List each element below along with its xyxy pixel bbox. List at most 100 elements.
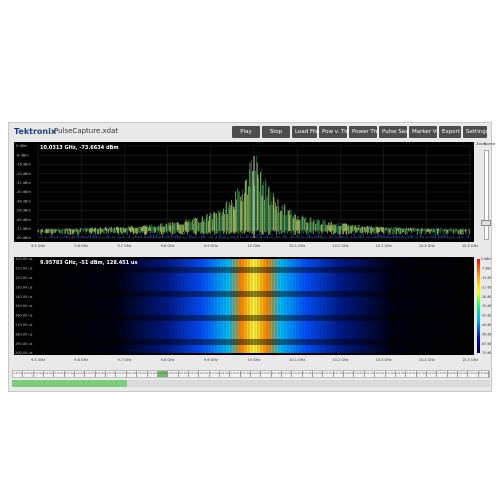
timeline-segment[interactable]: 1.0 ms <box>261 371 272 377</box>
timeline-segment[interactable]: 1.0 ms <box>406 371 417 377</box>
x-tick-label: 9.8 GHz <box>160 358 175 362</box>
waterfall-y-tick-label: 150.00 us <box>15 304 33 308</box>
stop-button[interactable]: Stop <box>262 126 290 138</box>
spectrum-y-tick-label: -80 dBm <box>16 236 31 240</box>
file-name-label: PulseCapture.xdat <box>54 127 119 135</box>
x-tick-label: 9.6 GHz <box>74 358 89 362</box>
x-tick-label: 9.7 GHz <box>117 244 132 248</box>
timeline-segment[interactable]: 1.0 ms <box>241 371 251 377</box>
settings-button[interactable]: Settings <box>463 126 489 138</box>
speed-slider-thumb[interactable] <box>481 220 491 226</box>
waterfall-y-tick-label: 180.00 us <box>15 332 33 336</box>
timeline-segment[interactable]: 1.0 ms <box>344 371 355 377</box>
timeline-segment[interactable]: 1.0 ms <box>199 371 210 377</box>
timeline-segment[interactable]: 1.0 ms <box>23 371 34 377</box>
toolbar: Play Stop Load File Pow v. Time Power Th… <box>232 126 489 138</box>
spectrum-y-tick-label: -32 dBm <box>16 181 31 185</box>
timeline-segment[interactable]: 1.0 ms <box>13 371 24 377</box>
power-thresh-button[interactable]: Power Thresh <box>349 126 389 138</box>
x-tick-label: 10.3 GHz <box>375 244 392 248</box>
x-tick-label: 9.7 GHz <box>117 358 132 362</box>
export-button[interactable]: Export <box>439 126 461 138</box>
waterfall-y-tick-label: 140.00 us <box>15 295 33 299</box>
playback-progress-bar[interactable] <box>12 380 490 387</box>
timeline-segment[interactable]: 1.0 ms <box>417 371 427 377</box>
timeline-segment[interactable]: 1.0 ms <box>168 371 179 377</box>
timeline-segment[interactable]: 1.0 ms <box>427 371 438 377</box>
capture-timeline[interactable]: 1.0 ms 1.0 ms 1.0 ms 1.0 ms 1.0 ms 1.0 ms 1.0 … <box>12 370 490 378</box>
timeline-segment[interactable]: 1.0 ms <box>34 371 45 377</box>
spectrum-marker-readout: 10.0313 GHz, -73.6634 dBm <box>40 145 119 151</box>
timeline-segment[interactable]: 1.0 ms <box>75 371 86 377</box>
timeline-segment[interactable]: 1.0 ms <box>230 371 241 377</box>
timeline-segment[interactable]: 1.0 ms <box>116 371 127 377</box>
timeline-segment[interactable]: 1.0 ms <box>437 371 448 377</box>
timeline-segment[interactable]: 1.0 ms <box>303 371 314 377</box>
pow-v-time-button[interactable]: Pow v. Time <box>319 126 355 138</box>
waterfall-y-tick-label: 110.00 us <box>15 267 33 271</box>
waterfall-y-tick-label: 190.00 us <box>15 342 33 346</box>
waterfall-plot[interactable]: 100.00 us 110.00 us 120.00 us 130.00 us 140.… <box>14 257 474 355</box>
waterfall-x-axis: 9.5 GHz 9.6 GHz 9.7 GHz 9.8 GHz 9.9 GHz 10 GH… <box>14 357 478 365</box>
timeline-segment[interactable]: 1.0 ms <box>365 371 376 377</box>
timeline-segment[interactable]: 1.0 ms <box>127 371 138 377</box>
spectrum-y-tick-label: -72 dBm <box>16 227 31 231</box>
timeline-segment[interactable]: 1.0 ms <box>375 371 386 377</box>
x-tick-label: 10.5 GHz <box>461 244 479 248</box>
colorbar-label: 0 dBm <box>481 257 491 261</box>
spectrum-y-tick-label: 0 dBm <box>16 144 28 148</box>
x-tick-label: 10.5 GHz <box>461 358 479 362</box>
spectrum-plot[interactable]: 0 dBm -8 dBm -16 dBm -24 dBm -32 dBm -40 dBm -… <box>14 142 474 242</box>
colorbar-label: -28 dBm <box>481 295 491 299</box>
waterfall-y-tick-label: 160.00 us <box>15 314 33 318</box>
timeline-segment[interactable]: 1.0 ms <box>313 371 324 377</box>
colorbar-legend: 0 dBm -7 dBm -14 dBm -21 dBm -28 dBm -35 dBm -… <box>477 257 491 355</box>
timeline-segment[interactable]: 1.0 ms <box>148 371 158 377</box>
timeline-segment[interactable]: 1.0 ms <box>106 371 117 377</box>
timeline-segment[interactable]: 1.0 ms <box>272 371 283 377</box>
colorbar-label: -49 dBm <box>481 323 491 327</box>
timeline-segment[interactable]: 1.0 ms <box>189 371 200 377</box>
timeline-segment[interactable]: 1.0 ms <box>251 371 262 377</box>
speed-slider-track[interactable] <box>484 150 489 240</box>
timeline-segment[interactable]: 1.0 ms <box>157 371 169 377</box>
timeline-segment[interactable]: 1.0 ms <box>282 371 293 377</box>
spectrum-y-tick-label: -40 dBm <box>16 190 31 194</box>
timeline-segment[interactable]: 1.0 ms <box>96 371 107 377</box>
waterfall-marker-readout: 9.95783 GHz, -51 dBm, 128.451 us <box>40 260 138 266</box>
colorbar-label: -21 dBm <box>481 285 491 289</box>
x-tick-label: 9.6 GHz <box>74 244 89 248</box>
timeline-segment[interactable]: 1.0 ms <box>468 371 479 377</box>
pulse-search-button[interactable]: Pulse Search <box>379 126 417 138</box>
x-tick-label: 10.2 GHz <box>332 244 349 248</box>
timeline-segment[interactable]: 1.0 ms <box>85 371 96 377</box>
timeline-segment[interactable]: 1.0 ms <box>396 371 407 377</box>
timeline-segment[interactable]: 1.0 ms <box>323 371 334 377</box>
timeline-segment[interactable]: 1.0 ms <box>334 371 345 377</box>
timeline-segment[interactable]: 1.0 ms <box>65 371 76 377</box>
play-button[interactable]: Play <box>232 126 260 138</box>
spectrum-y-tick-label: -64 dBm <box>16 218 31 222</box>
colorbar-label: -35 dBm <box>481 304 491 308</box>
timeline-segment[interactable]: 1.0 ms <box>386 371 396 377</box>
spectrum-y-tick-label: -48 dBm <box>16 199 31 203</box>
x-tick-label: 10.2 GHz <box>332 358 349 362</box>
timeline-segment[interactable]: 1.0 ms <box>179 371 189 377</box>
colorbar-label: -14 dBm <box>481 276 491 280</box>
timeline-segment[interactable]: 1.0 ms <box>479 371 489 377</box>
timeline-segment[interactable]: 1.0 ms <box>210 371 220 377</box>
load-file-button[interactable]: Load File <box>292 126 319 138</box>
x-tick-label: 9.9 GHz <box>203 358 218 362</box>
timeline-segment[interactable]: 1.0 ms <box>44 371 55 377</box>
marker-view-button[interactable]: Marker View <box>409 126 446 138</box>
timeline-segment[interactable]: 1.0 ms <box>448 371 458 377</box>
timeline-segment[interactable]: 1.0 ms <box>354 371 365 377</box>
timeline-segment[interactable]: 1.0 ms <box>220 371 231 377</box>
timeline-segment[interactable]: 1.0 ms <box>458 371 469 377</box>
waterfall-y-tick-label: 200.00 us <box>15 351 33 355</box>
timeline-segment[interactable]: 1.0 ms <box>54 371 65 377</box>
timeline-segment[interactable]: 1.0 ms <box>292 371 303 377</box>
x-tick-label: 9.5 GHz <box>31 244 45 248</box>
zoom-speed-controls: Zoom Speed <box>476 142 495 242</box>
timeline-segment[interactable]: 1.0 ms <box>137 371 148 377</box>
